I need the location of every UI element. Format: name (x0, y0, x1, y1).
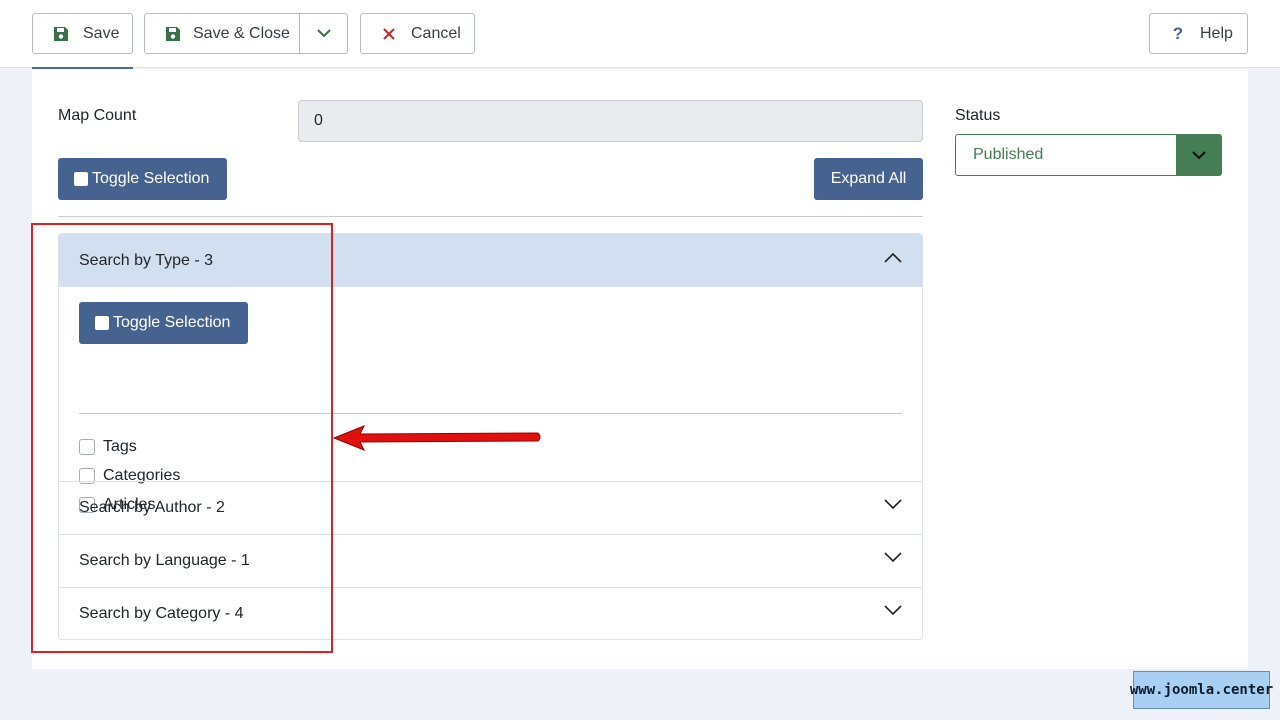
question-icon: ? (1172, 23, 1184, 43)
status-select[interactable]: Published (955, 134, 1222, 176)
save-icon (51, 24, 71, 44)
accordion-header-author[interactable]: Search by Author - 2 (59, 481, 922, 534)
expand-all-label: Expand All (830, 170, 907, 187)
status-label: Status (955, 107, 1001, 124)
save-options-dropdown[interactable] (300, 14, 348, 53)
option-checkbox[interactable] (79, 439, 95, 455)
toggle-selection-button[interactable]: Toggle Selection (58, 158, 227, 200)
checkbox-icon (74, 172, 88, 186)
divider (79, 413, 902, 414)
accordion-title: Search by Category - 4 (79, 604, 244, 622)
chevron-down-icon (317, 29, 331, 38)
chevron-down-icon (884, 499, 902, 510)
close-icon (379, 24, 399, 44)
chevron-down-icon (1191, 150, 1206, 159)
map-count-field[interactable]: 0 (298, 100, 923, 142)
save-close-label: Save & Close (193, 24, 290, 42)
accordion-title: Search by Language - 1 (79, 551, 250, 569)
toggle-selection-button[interactable]: Toggle Selection (79, 302, 248, 344)
chevron-down-icon (884, 605, 902, 616)
checkbox-icon (95, 316, 109, 330)
toggle-selection-label: Toggle Selection (113, 314, 231, 331)
map-count-label: Map Count (58, 107, 137, 124)
cancel-label: Cancel (411, 24, 461, 42)
save-button[interactable]: Save (32, 13, 133, 54)
accordion-header-type[interactable]: Search by Type - 3 (59, 234, 922, 287)
accordion-header-language[interactable]: Search by Language - 1 (59, 534, 922, 587)
option-label: Tags (103, 438, 137, 455)
save-icon (163, 24, 183, 44)
annotation-arrow (332, 425, 541, 451)
divider (58, 216, 923, 217)
save-label: Save (83, 24, 120, 42)
help-button[interactable]: ? Help (1149, 13, 1248, 54)
cancel-button[interactable]: Cancel (360, 13, 475, 54)
status-dropdown-toggle[interactable] (1176, 135, 1221, 175)
watermark-logo: www.joomla.center (1130, 671, 1273, 709)
chevron-up-icon (884, 252, 902, 263)
help-label: Help (1200, 24, 1233, 42)
toolbar: Save Save & Close Cancel ? Help (0, 0, 1280, 69)
status-value: Published (973, 146, 1044, 163)
accordion-title: Search by Type - 3 (79, 251, 213, 269)
save-close-button[interactable]: Save & Close (144, 13, 348, 54)
option-tags[interactable]: Tags (79, 438, 137, 456)
toggle-selection-label: Toggle Selection (92, 170, 210, 187)
accordion-header-category[interactable]: Search by Category - 4 (59, 587, 922, 639)
chevron-down-icon (884, 552, 902, 563)
accordion-title: Search by Author - 2 (79, 498, 225, 516)
expand-all-button[interactable]: Expand All (814, 158, 923, 200)
